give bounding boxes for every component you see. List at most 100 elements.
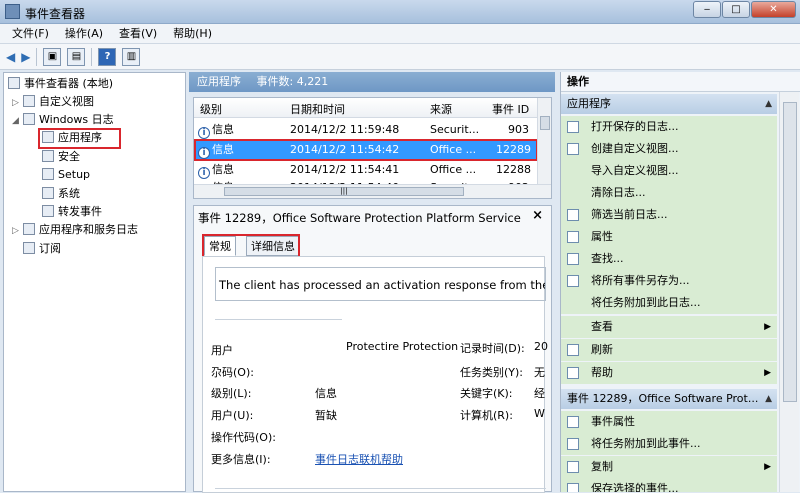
navigation-tree: 事件查看器 (本地) ▷ 自定义视图 ◢ Windows 日志 应用程序 安全 Se… bbox=[3, 72, 186, 492]
help-icon bbox=[567, 367, 579, 379]
scrollbar-thumb[interactable] bbox=[540, 116, 550, 130]
tree-item-label: Setup bbox=[58, 168, 91, 181]
tree-item-root[interactable]: 事件查看器 (本地) bbox=[8, 75, 113, 93]
tree-item-setup[interactable]: Setup bbox=[42, 166, 90, 184]
actions-group-application[interactable]: 应用程序 ▲ bbox=[561, 94, 777, 114]
menu-view[interactable]: 查看(V) bbox=[119, 24, 157, 43]
action-view[interactable]: 查看 ▶ bbox=[561, 316, 777, 338]
close-button[interactable]: ✕ bbox=[751, 1, 796, 18]
tree-item-forwarded-events[interactable]: 转发事件 bbox=[42, 203, 102, 221]
action-copy[interactable]: 复制 ▶ bbox=[561, 456, 777, 478]
field-label: 更多信息(I): bbox=[211, 453, 271, 466]
forward-arrow-icon[interactable]: ▶ bbox=[21, 48, 30, 66]
tree-item-security[interactable]: 安全 bbox=[42, 148, 80, 166]
folder-up-icon[interactable]: ▣ bbox=[43, 47, 62, 66]
task-icon bbox=[567, 438, 579, 450]
column-header-event-id[interactable]: 事件 ID bbox=[492, 101, 529, 117]
scrollbar-thumb[interactable]: ||| bbox=[224, 187, 464, 196]
action-label: 查看 bbox=[591, 320, 613, 333]
tree-item-windows-logs[interactable]: ◢ Windows 日志 bbox=[12, 111, 114, 129]
column-header-source[interactable]: 来源 bbox=[430, 101, 452, 117]
column-header-datetime[interactable]: 日期和时间 bbox=[290, 101, 345, 117]
tree-item-subscriptions[interactable]: 订阅 bbox=[23, 240, 61, 258]
filter-icon bbox=[567, 143, 579, 155]
tree-item-label: 事件查看器 (本地) bbox=[24, 77, 114, 90]
action-properties[interactable]: 属性 bbox=[561, 226, 777, 248]
show-hide-action-pane-icon[interactable]: ▥ bbox=[122, 47, 141, 66]
toolbar-divider bbox=[91, 47, 93, 66]
tree-item-label: 转发事件 bbox=[58, 205, 102, 218]
log-header: 应用程序 事件数: 4,221 bbox=[189, 72, 555, 92]
action-create-custom-view[interactable]: 创建自定义视图... bbox=[561, 138, 777, 160]
row-level: 信息 bbox=[212, 123, 234, 136]
list-vertical-scrollbar[interactable] bbox=[537, 98, 551, 184]
maximize-button[interactable]: □ bbox=[722, 1, 750, 18]
table-row[interactable]: i 信息 2014/12/2 11:59:48 Securit... 903 bbox=[194, 119, 538, 141]
action-attach-task-to-log[interactable]: 将任务附加到此日志... bbox=[561, 292, 777, 314]
actions-vertical-scrollbar[interactable] bbox=[779, 92, 799, 492]
action-save-all-events[interactable]: 将所有事件另存为... bbox=[561, 270, 777, 292]
show-hide-tree-icon[interactable]: ▤ bbox=[67, 47, 86, 66]
more-info-link[interactable]: 事件日志联机帮助 bbox=[315, 451, 403, 467]
action-label: 创建自定义视图... bbox=[591, 142, 679, 155]
actions-group-event[interactable]: 事件 12289，Office Software Prot... ▲ bbox=[561, 389, 777, 409]
collapse-arrow-icon[interactable]: ▲ bbox=[765, 389, 772, 409]
action-clear-log[interactable]: 清除日志... bbox=[561, 182, 777, 204]
collapse-arrow-icon[interactable]: ▲ bbox=[765, 94, 772, 114]
copy-icon bbox=[567, 461, 579, 473]
action-refresh[interactable]: 刷新 bbox=[561, 339, 777, 361]
action-find[interactable]: 查找... bbox=[561, 248, 777, 270]
menu-file[interactable]: 文件(F) bbox=[12, 24, 49, 43]
detail-horizontal-scrollbar[interactable] bbox=[215, 488, 546, 492]
field-label: 用户 bbox=[211, 344, 233, 357]
back-arrow-icon[interactable]: ◀ bbox=[6, 48, 15, 66]
action-filter-current-log[interactable]: 筛选当前日志... bbox=[561, 204, 777, 226]
info-icon: i bbox=[198, 127, 210, 139]
column-headers: 级别 日期和时间 来源 事件 ID bbox=[194, 98, 538, 118]
action-label: 将所有事件另存为... bbox=[591, 274, 690, 287]
field-value: 经 bbox=[534, 387, 545, 400]
action-event-properties[interactable]: 事件属性 bbox=[561, 411, 777, 433]
action-import-custom-view[interactable]: 导入自定义视图... bbox=[561, 160, 777, 182]
log-icon bbox=[42, 205, 54, 217]
highlight-box bbox=[202, 234, 300, 258]
divider bbox=[215, 319, 342, 320]
action-label: 复制 bbox=[591, 460, 613, 473]
list-horizontal-scrollbar[interactable]: ||| bbox=[194, 184, 551, 198]
scrollbar-thumb[interactable] bbox=[783, 102, 797, 402]
event-description[interactable]: The client has processed an activation r… bbox=[215, 267, 546, 301]
minimize-button[interactable]: ‒ bbox=[693, 1, 721, 18]
save-icon bbox=[567, 483, 579, 492]
tree-item-label: 订阅 bbox=[39, 242, 61, 255]
field-value: Protectire Protection bbox=[346, 340, 459, 353]
tree-item-label: 自定义视图 bbox=[39, 95, 94, 108]
expand-icon[interactable]: ▷ bbox=[12, 94, 21, 112]
field-value: W bbox=[534, 407, 545, 420]
menu-help[interactable]: 帮助(H) bbox=[173, 24, 212, 43]
action-label: 查找... bbox=[591, 252, 624, 265]
action-label: 清除日志... bbox=[591, 186, 646, 199]
action-save-selected-events[interactable]: 保存选择的事件... bbox=[561, 478, 777, 492]
tree-item-label: 应用程序和服务日志 bbox=[39, 223, 138, 236]
help-icon[interactable]: ? bbox=[98, 47, 117, 66]
event-viewer-icon bbox=[5, 4, 20, 19]
tree-item-custom-views[interactable]: ▷ 自定义视图 bbox=[12, 93, 94, 111]
detail-title: 事件 12289，Office Software Protection Plat… bbox=[198, 211, 521, 225]
field-label: 关键字(K): bbox=[460, 387, 513, 400]
close-detail-icon[interactable]: × bbox=[532, 208, 543, 223]
action-open-saved-log[interactable]: 打开保存的日志... bbox=[561, 116, 777, 138]
action-label: 属性 bbox=[591, 230, 613, 243]
column-header-level[interactable]: 级别 bbox=[200, 101, 222, 117]
field-value: 无 bbox=[534, 366, 545, 379]
menu-action[interactable]: 操作(A) bbox=[65, 24, 103, 43]
window-controls: ‒ □ ✕ bbox=[693, 1, 796, 18]
group-label: 应用程序 bbox=[567, 97, 611, 110]
action-help[interactable]: 帮助 ▶ bbox=[561, 362, 777, 384]
expand-icon[interactable]: ▷ bbox=[12, 222, 21, 240]
action-attach-task-to-event[interactable]: 将任务附加到此事件... bbox=[561, 433, 777, 455]
tree-item-apps-services-logs[interactable]: ▷ 应用程序和服务日志 bbox=[12, 221, 138, 239]
collapse-icon[interactable]: ◢ bbox=[12, 112, 21, 130]
field-label: 用户(U): bbox=[211, 409, 254, 422]
action-label: 将任务附加到此事件... bbox=[591, 437, 701, 450]
tree-item-system[interactable]: 系统 bbox=[42, 185, 80, 203]
